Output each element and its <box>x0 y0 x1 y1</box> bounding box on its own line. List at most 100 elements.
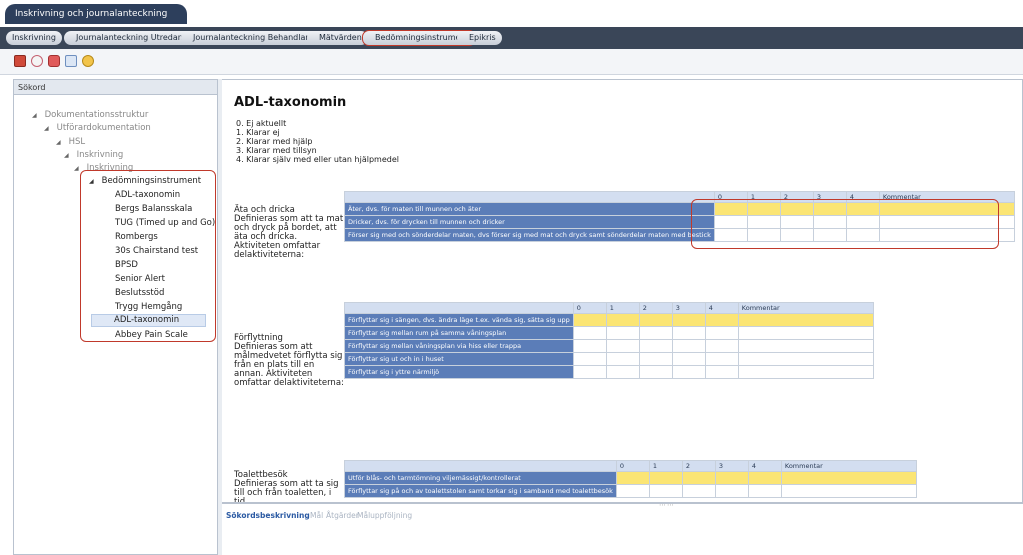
instrument-item[interactable]: Senior Alert <box>115 274 165 284</box>
score-cell[interactable] <box>747 471 782 485</box>
score-cell[interactable] <box>605 339 640 353</box>
tree-node-bedomningsinstrument[interactable]: ◢ Bedömningsinstrument <box>89 176 201 186</box>
legend-item: 1. Klarar ej <box>236 128 280 137</box>
document-icon[interactable] <box>65 55 77 67</box>
tab-maluppfoljning[interactable]: Måluppföljning <box>357 511 412 520</box>
score-cell[interactable] <box>605 352 640 366</box>
activity-cell: Förflyttar sig på och av toalettstolen s… <box>344 484 617 498</box>
table-header-row: 0 1 2 3 4 Kommentar <box>344 460 917 472</box>
score-cell[interactable] <box>572 365 607 379</box>
comment-cell[interactable] <box>737 365 874 379</box>
comment-cell[interactable] <box>737 339 874 353</box>
instrument-item[interactable]: Bergs Balansskala <box>115 204 192 214</box>
score-cell[interactable] <box>681 484 716 498</box>
medical-icon[interactable] <box>48 55 60 67</box>
header-cell-score: 4 <box>704 302 739 314</box>
resize-grip-icon[interactable]: ⋯⋯ <box>659 501 675 509</box>
score-cell[interactable] <box>704 365 739 379</box>
score-cell[interactable] <box>638 326 673 340</box>
tree-node-inskrivning[interactable]: ◢ Inskrivning <box>64 150 123 160</box>
mail-icon[interactable] <box>31 55 43 67</box>
score-cell[interactable] <box>704 313 739 327</box>
scale-legend: 0. Ej aktuellt 1. Klarar ej 2. Klarar me… <box>236 119 399 164</box>
score-cell[interactable] <box>638 352 673 366</box>
keyword-panel: Sökord ◢ Dokumentationsstruktur ◢ Utförard… <box>13 79 218 555</box>
score-cell[interactable] <box>648 471 683 485</box>
activity-cell: Förflyttar sig i yttre närmiljö <box>344 365 574 379</box>
score-cell[interactable] <box>572 326 607 340</box>
score-cell[interactable] <box>572 313 607 327</box>
table-row: Förflyttar sig ut och in i huset <box>344 352 874 366</box>
comment-cell[interactable] <box>737 352 874 366</box>
workflow-nav: Inskrivning Journalanteckning Utredande … <box>0 27 1023 49</box>
score-cell[interactable] <box>605 326 640 340</box>
title-bar: Inskrivning och journalanteckning <box>0 0 1023 27</box>
nav-step-inskrivning[interactable]: Inskrivning <box>6 31 62 45</box>
expand-arrow-icon: ◢ <box>32 112 37 119</box>
comment-cell[interactable] <box>737 313 874 327</box>
score-cell[interactable] <box>572 352 607 366</box>
score-cell[interactable] <box>605 365 640 379</box>
instrument-item[interactable]: Trygg Hemgång <box>115 302 182 312</box>
nav-step-utredande[interactable]: Journalanteckning Utredande <box>64 31 199 45</box>
comment-cell[interactable] <box>737 326 874 340</box>
activity-cell: Förflyttar sig mellan rum på samma vånin… <box>344 326 574 340</box>
score-cell[interactable] <box>671 339 706 353</box>
instrument-item[interactable]: Beslutsstöd <box>115 288 164 298</box>
header-cell-score: 1 <box>648 460 683 472</box>
header-cell-score: 3 <box>714 460 749 472</box>
score-cell[interactable] <box>648 484 683 498</box>
score-cell[interactable] <box>704 326 739 340</box>
keyword-panel-header: Sökord <box>14 80 217 95</box>
score-cell[interactable] <box>671 326 706 340</box>
score-cell[interactable] <box>681 471 716 485</box>
score-cell[interactable] <box>638 339 673 353</box>
tree-node-utforardokumentation[interactable]: ◢ Utförardokumentation <box>44 123 151 133</box>
score-cell[interactable] <box>704 339 739 353</box>
score-cell[interactable] <box>615 484 650 498</box>
activity-cell: Förser sig med och sönderdelar maten, dv… <box>344 228 715 242</box>
table-row: Förflyttar sig mellan rum på samma vånin… <box>344 326 874 340</box>
score-cell[interactable] <box>671 365 706 379</box>
instrument-item[interactable]: Rombergs <box>115 232 158 242</box>
bulb-icon[interactable] <box>82 55 94 67</box>
toolbar <box>0 49 1023 75</box>
score-cell[interactable] <box>638 313 673 327</box>
table-row: Förflyttar sig på och av toalettstolen s… <box>344 484 917 498</box>
tab-sokordsbeskrivning[interactable]: Sökordsbeskrivning <box>226 511 310 520</box>
app-title-tab[interactable]: Inskrivning och journalanteckning <box>5 4 188 24</box>
comment-cell[interactable] <box>780 471 917 485</box>
tab-atgarder[interactable]: Åtgärder <box>326 511 359 520</box>
score-cell[interactable] <box>714 484 749 498</box>
nav-step-epikris[interactable]: Epikris <box>457 31 502 45</box>
score-cell[interactable] <box>572 339 607 353</box>
score-cell[interactable] <box>615 471 650 485</box>
nav-step-matvarden[interactable]: Mätvärden <box>307 31 368 45</box>
score-cell[interactable] <box>747 484 782 498</box>
score-cell[interactable] <box>704 352 739 366</box>
table-row: Förflyttar sig i yttre närmiljö <box>344 365 874 379</box>
activity-cell: Förflyttar sig i sängen, dvs. ändra läge… <box>344 313 574 327</box>
instrument-item[interactable]: BPSD <box>115 260 138 270</box>
section-description: Definieras som att ta mat och dryck på b… <box>234 214 344 260</box>
score-cell[interactable] <box>714 471 749 485</box>
instrument-item[interactable]: Abbey Pain Scale <box>115 330 188 340</box>
score-cell[interactable] <box>638 365 673 379</box>
tree-node-hsl[interactable]: ◢ HSL <box>56 137 85 147</box>
score-cell[interactable] <box>671 352 706 366</box>
header-cell-score: 0 <box>572 302 607 314</box>
instrument-item[interactable]: TUG (Timed up and Go) <box>115 218 215 228</box>
instrument-item-selected[interactable]: ADL-taxonomin <box>91 314 206 327</box>
score-cell[interactable] <box>605 313 640 327</box>
expand-arrow-icon: ◢ <box>74 165 79 172</box>
nav-step-behandlande[interactable]: Journalanteckning Behandlande <box>181 31 327 45</box>
instrument-item[interactable]: 30s Chairstand test <box>115 246 198 256</box>
instrument-item[interactable]: ADL-taxonomin <box>115 190 180 200</box>
instruments-group: ◢ Bedömningsinstrument ADL-taxonomin Berg… <box>80 170 216 342</box>
expand-arrow-icon: ◢ <box>44 125 49 132</box>
comment-cell[interactable] <box>780 484 917 498</box>
tab-mal[interactable]: Mål <box>310 511 323 520</box>
score-cell[interactable] <box>671 313 706 327</box>
tree-node-root[interactable]: ◢ Dokumentationsstruktur <box>32 110 148 120</box>
calendar-icon[interactable] <box>14 55 26 67</box>
